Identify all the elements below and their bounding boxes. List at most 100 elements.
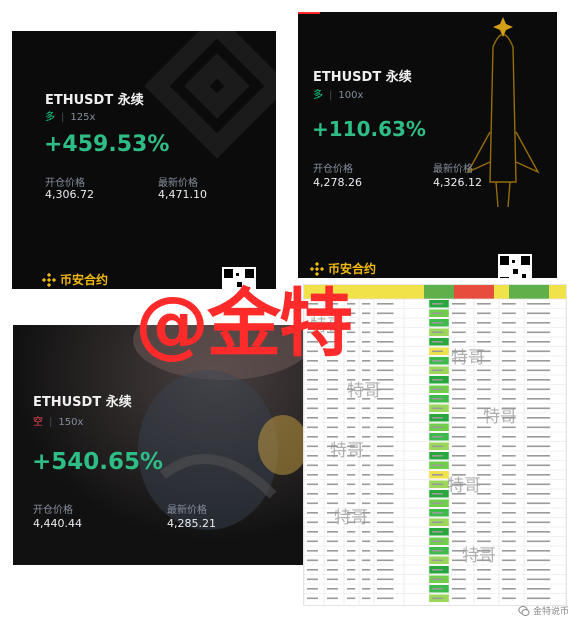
sheet-cell-text (452, 407, 466, 410)
last-price-label: 最新价格 (167, 505, 207, 516)
sheet-cell-text (377, 531, 394, 533)
sheet-cell-text (502, 369, 516, 372)
sheet-cell-text (307, 559, 318, 562)
sheet-cell-text (527, 502, 551, 505)
sheet-cell-text (452, 388, 466, 391)
sheet-cell-text (377, 474, 394, 476)
sheet-cell-text (502, 493, 516, 495)
sheet-cell-text (432, 341, 443, 343)
sheet-cell-text (432, 407, 443, 410)
sheet-cell-text (377, 303, 394, 305)
sheet-cell-text (477, 455, 491, 457)
sheet-cell-text (452, 436, 466, 438)
position-meta: 多 | 100x (313, 90, 364, 101)
sheet-cell-text (362, 540, 371, 543)
sheet-cell-text (527, 512, 551, 514)
sheet-cell-text (377, 597, 394, 600)
sheet-cell-text (477, 588, 491, 590)
sheet-cell-text (477, 464, 491, 467)
sheet-cell-text (477, 312, 491, 315)
sheet-cell-text (362, 303, 371, 305)
sheet-cell-text (377, 502, 394, 505)
sheet-cell-text (432, 493, 443, 495)
sheet-cell-text (377, 559, 394, 562)
sheet-cell-text (377, 550, 394, 552)
sheet-cell-text (432, 350, 443, 353)
sheet-cell-text (432, 303, 443, 305)
sheet-cell-text (377, 493, 394, 495)
sheet-cell-text (527, 350, 551, 353)
sheet-cell-text (452, 331, 466, 334)
sheet-cell-text (362, 341, 371, 343)
source-footer: 金特说币 (518, 604, 569, 617)
sheet-cell-text (527, 578, 551, 581)
sheet-cell-text (502, 341, 516, 343)
sheet-cell-text (502, 303, 516, 305)
sheet-cell-text (362, 559, 371, 562)
sheet-cell-text (527, 322, 551, 324)
pnl-percent: +459.53% (44, 132, 170, 157)
position-meta: 空 | 150x (33, 417, 84, 428)
position-meta: 多 | 125x (45, 112, 96, 123)
last-price-label: 最新价格 (158, 178, 198, 189)
sheet-cell-text (477, 502, 491, 505)
sheet-cell-text (327, 417, 338, 419)
sheet-cell-text (527, 436, 551, 438)
leverage: 150x (58, 417, 84, 428)
sheet-cell-text (502, 512, 516, 514)
entry-price: 4,306.72 (45, 188, 94, 201)
sheet-cell-text (452, 417, 466, 419)
sheet-cell-text (362, 588, 371, 590)
sheet-cell-text (527, 331, 551, 334)
sheet-cell-text (527, 426, 551, 429)
red-mark (298, 12, 320, 14)
sheet-cell-text (327, 531, 338, 533)
sheet-cell-text (452, 379, 466, 381)
sheet-watermark: 特哥 (334, 508, 368, 528)
sheet-cell-text (502, 474, 516, 476)
sheet-cell-text (527, 379, 551, 381)
sheet-cell-text (432, 559, 443, 562)
sheet-cell-text (327, 550, 338, 552)
sheet-cell-text (327, 379, 338, 381)
binance-logo-icon (42, 272, 56, 287)
sheet-cell-text (362, 369, 371, 372)
sheet-cell-text (307, 445, 318, 448)
sheet-cell-text (527, 369, 551, 372)
contract-title: ETHUSDT 永续 (313, 70, 412, 85)
sheet-cell-text (527, 540, 551, 543)
sheet-cell-text (432, 474, 443, 476)
sheet-cell-text (362, 464, 371, 467)
sheet-cell-text (432, 521, 443, 524)
sheet-cell-text (432, 331, 443, 334)
sheet-cell-text (432, 588, 443, 590)
sheet-watermark: 特哥 (447, 476, 481, 496)
sheet-cell-text (377, 483, 394, 486)
sheet-cell-text (362, 322, 371, 324)
sheet-cell-text (377, 322, 394, 324)
sheet-cell-text (432, 569, 443, 571)
sheet-cell-text (347, 417, 356, 419)
sheet-cell-text (527, 341, 551, 343)
sheet-cell-text (477, 322, 491, 324)
sheet-cell-text (502, 436, 516, 438)
sheet-cell-text (362, 407, 371, 410)
sheet-cell-text (377, 540, 394, 543)
sheet-cell-text (432, 426, 443, 429)
sheet-cell-text (327, 483, 338, 486)
sheet-cell-text (377, 455, 394, 457)
leverage: 125x (70, 112, 96, 123)
sheet-cell-text (307, 483, 318, 486)
sheet-cell-text (502, 398, 516, 400)
sheet-cell-text (377, 360, 394, 362)
sheet-watermark: 特哥 (462, 546, 496, 566)
sheet-cell-text (307, 531, 318, 533)
last-price: 4,285.21 (167, 517, 216, 530)
sheet-cell-text (527, 521, 551, 524)
sheet-cell-text (307, 455, 318, 457)
sheet-cell-text (362, 531, 371, 533)
sheet-cell-text (377, 464, 394, 467)
sheet-cell-text (307, 388, 318, 391)
sheet-cell-text (452, 521, 466, 524)
sheet-cell-text (362, 550, 371, 552)
